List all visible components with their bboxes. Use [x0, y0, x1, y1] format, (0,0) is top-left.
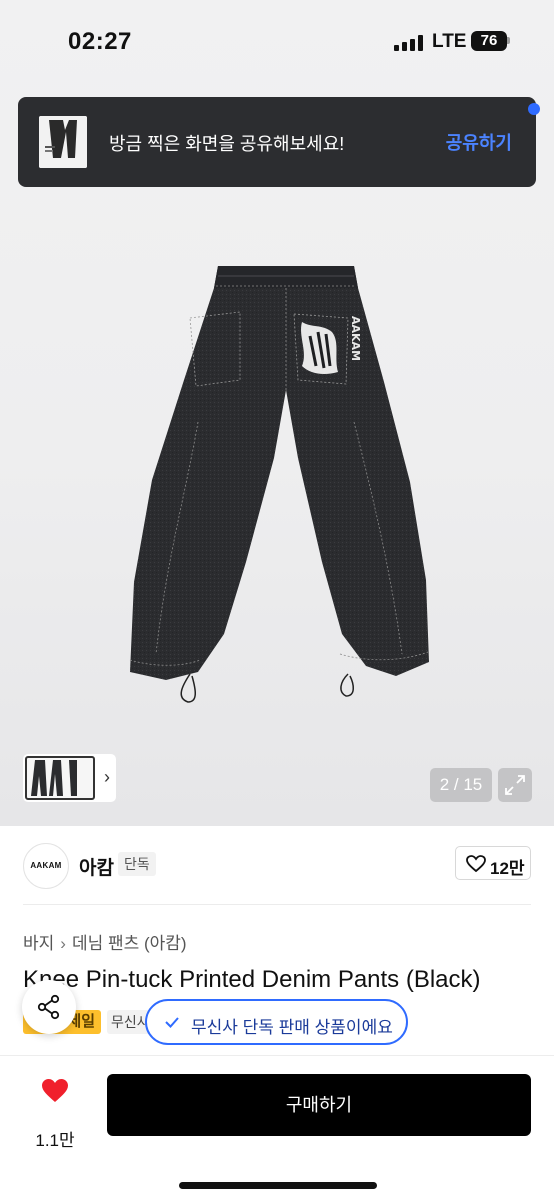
- share-icon: [37, 994, 60, 1020]
- brand-like-count: 12만: [490, 859, 525, 878]
- brand-name[interactable]: 아캄: [79, 853, 114, 880]
- svg-text:AAKAM: AAKAM: [349, 316, 362, 361]
- image-counter: 2 / 15: [430, 768, 492, 802]
- share-button[interactable]: [22, 980, 76, 1034]
- status-time: 02:27: [68, 28, 132, 55]
- exclusive-notice-text: 무신사 단독 판매 상품이에요: [191, 1018, 393, 1037]
- thumbnail-image[interactable]: [25, 756, 95, 800]
- chevron-right-icon[interactable]: ›: [104, 767, 110, 788]
- toast-message: 방금 찍은 화면을 공유해보세요!: [109, 134, 345, 154]
- divider: [23, 904, 531, 905]
- thumbnail-strip[interactable]: ›: [23, 754, 116, 802]
- battery-icon: 76: [471, 31, 507, 51]
- check-icon: [165, 1017, 179, 1028]
- status-bar: 02:27 LTE 76: [0, 0, 554, 84]
- signal-icon: [394, 35, 424, 51]
- wishlist-button[interactable]: 1.1만: [20, 1074, 90, 1154]
- wishlist-count: 1.1만: [35, 1131, 75, 1150]
- brand-logo[interactable]: AAKAM: [23, 843, 69, 889]
- exclusive-badge: 단독: [118, 852, 156, 876]
- screenshot-share-toast[interactable]: 방금 찍은 화면을 공유해보세요! 공유하기: [18, 97, 536, 187]
- exclusive-notice: 무신사 단독 판매 상품이에요: [145, 999, 408, 1045]
- network-label: LTE: [432, 31, 467, 52]
- screenshot-thumbnail: [39, 116, 87, 168]
- breadcrumb-subcategory[interactable]: 데님 팬츠 (아캄): [72, 934, 187, 953]
- home-indicator: [179, 1182, 377, 1189]
- battery-tip: [507, 37, 510, 44]
- brand-like-button[interactable]: 12만: [455, 846, 531, 880]
- product-title: Knee Pin-tuck Printed Denim Pants (Black…: [23, 966, 481, 993]
- breadcrumb-separator: ›: [60, 934, 66, 953]
- notification-dot: [528, 103, 540, 115]
- breadcrumb-category[interactable]: 바지: [23, 934, 54, 953]
- buy-button[interactable]: 구매하기: [107, 1074, 531, 1136]
- share-now-button[interactable]: 공유하기: [446, 129, 512, 155]
- bottom-action-bar: 1.1만 구매하기: [0, 1055, 554, 1200]
- heart-outline-icon: [466, 855, 486, 873]
- heart-filled-icon: [42, 1079, 68, 1102]
- product-gallery[interactable]: 02:27 LTE 76 방금 찍은 화면을 공유해보세요! 공유하기 AAKA…: [0, 0, 554, 826]
- brand-row: AAKAM 아캄 단독 12만: [0, 826, 554, 906]
- expand-icon[interactable]: [498, 768, 532, 802]
- product-image[interactable]: AAKAM: [126, 262, 432, 710]
- breadcrumb: 바지 › 데님 팬츠 (아캄): [23, 929, 187, 954]
